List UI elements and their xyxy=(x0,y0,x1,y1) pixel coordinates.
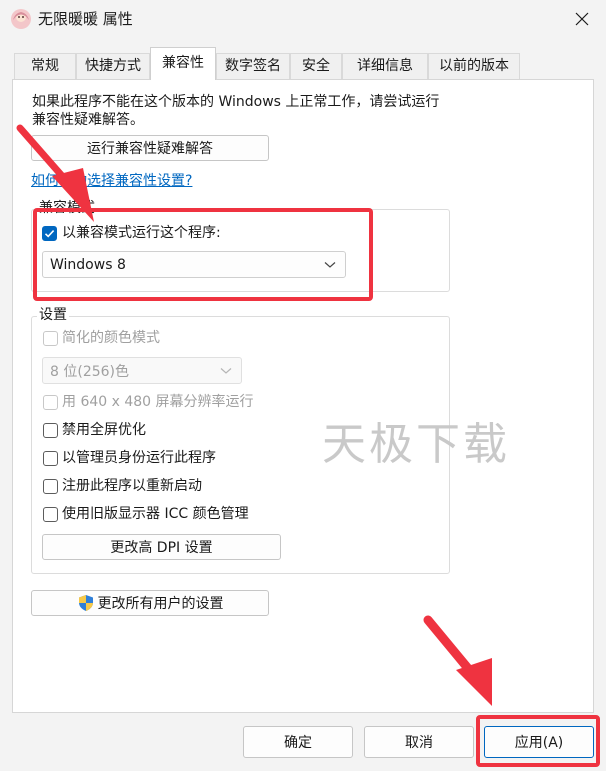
manual-settings-link[interactable]: 如何手动选择兼容性设置? xyxy=(31,170,192,190)
all-users-button-label: 更改所有用户的设置 xyxy=(97,596,224,612)
register-restart-checkbox[interactable] xyxy=(43,479,58,494)
shield-icon xyxy=(78,595,93,611)
run-as-admin-checkbox[interactable] xyxy=(43,451,58,466)
legacy-icc-checkbox[interactable] xyxy=(43,507,58,522)
tab-shortcut[interactable]: 快捷方式 xyxy=(76,53,150,79)
disable-fullscreen-label[interactable]: 禁用全屏优化 xyxy=(62,421,146,439)
close-icon xyxy=(575,12,589,26)
tab-security[interactable]: 安全 xyxy=(290,53,342,79)
tab-previous-versions[interactable]: 以前的版本 xyxy=(428,53,520,79)
tab-digital-signature[interactable]: 数字签名 xyxy=(216,53,290,79)
reduced-color-checkbox xyxy=(43,331,58,346)
tab-details[interactable]: 详细信息 xyxy=(342,53,428,79)
window-title: 无限暖暖 属性 xyxy=(38,10,133,28)
resolution-checkbox xyxy=(43,395,58,410)
ok-button[interactable]: 确定 xyxy=(243,726,353,758)
run-as-admin-label[interactable]: 以管理员身份运行此程序 xyxy=(62,449,216,467)
register-restart-label[interactable]: 注册此程序以重新启动 xyxy=(62,477,202,495)
annotation-highlight-compat-mode xyxy=(33,208,373,301)
compatibility-description: 如果此程序不能在这个版本的 Windows 上正常工作，请尝试运行兼容性疑难解答… xyxy=(32,94,440,128)
disable-fullscreen-checkbox[interactable] xyxy=(43,423,58,438)
color-depth-select-value: 8 位(256)色 xyxy=(50,363,130,380)
watermark-text: 天极下载 xyxy=(322,419,510,470)
high-dpi-button[interactable]: 更改高 DPI 设置 xyxy=(42,534,281,560)
tab-general[interactable]: 常规 xyxy=(14,53,76,79)
troubleshoot-button[interactable]: 运行兼容性疑难解答 xyxy=(31,135,269,161)
tab-compatibility[interactable]: 兼容性 xyxy=(150,47,216,80)
app-icon xyxy=(10,8,32,30)
reduced-color-label: 简化的颜色模式 xyxy=(62,330,160,346)
color-depth-select: 8 位(256)色 xyxy=(42,357,242,384)
cancel-button[interactable]: 取消 xyxy=(364,726,474,758)
resolution-label: 用 640 x 480 屏幕分辨率运行 xyxy=(62,394,254,410)
legacy-icc-label[interactable]: 使用旧版显示器 ICC 颜色管理 xyxy=(62,505,249,523)
annotation-highlight-apply xyxy=(476,715,600,767)
settings-group-label: 设置 xyxy=(37,307,69,323)
chevron-down-icon xyxy=(220,367,232,374)
close-button[interactable] xyxy=(564,4,600,34)
all-users-button[interactable]: 更改所有用户的设置 xyxy=(31,590,269,616)
